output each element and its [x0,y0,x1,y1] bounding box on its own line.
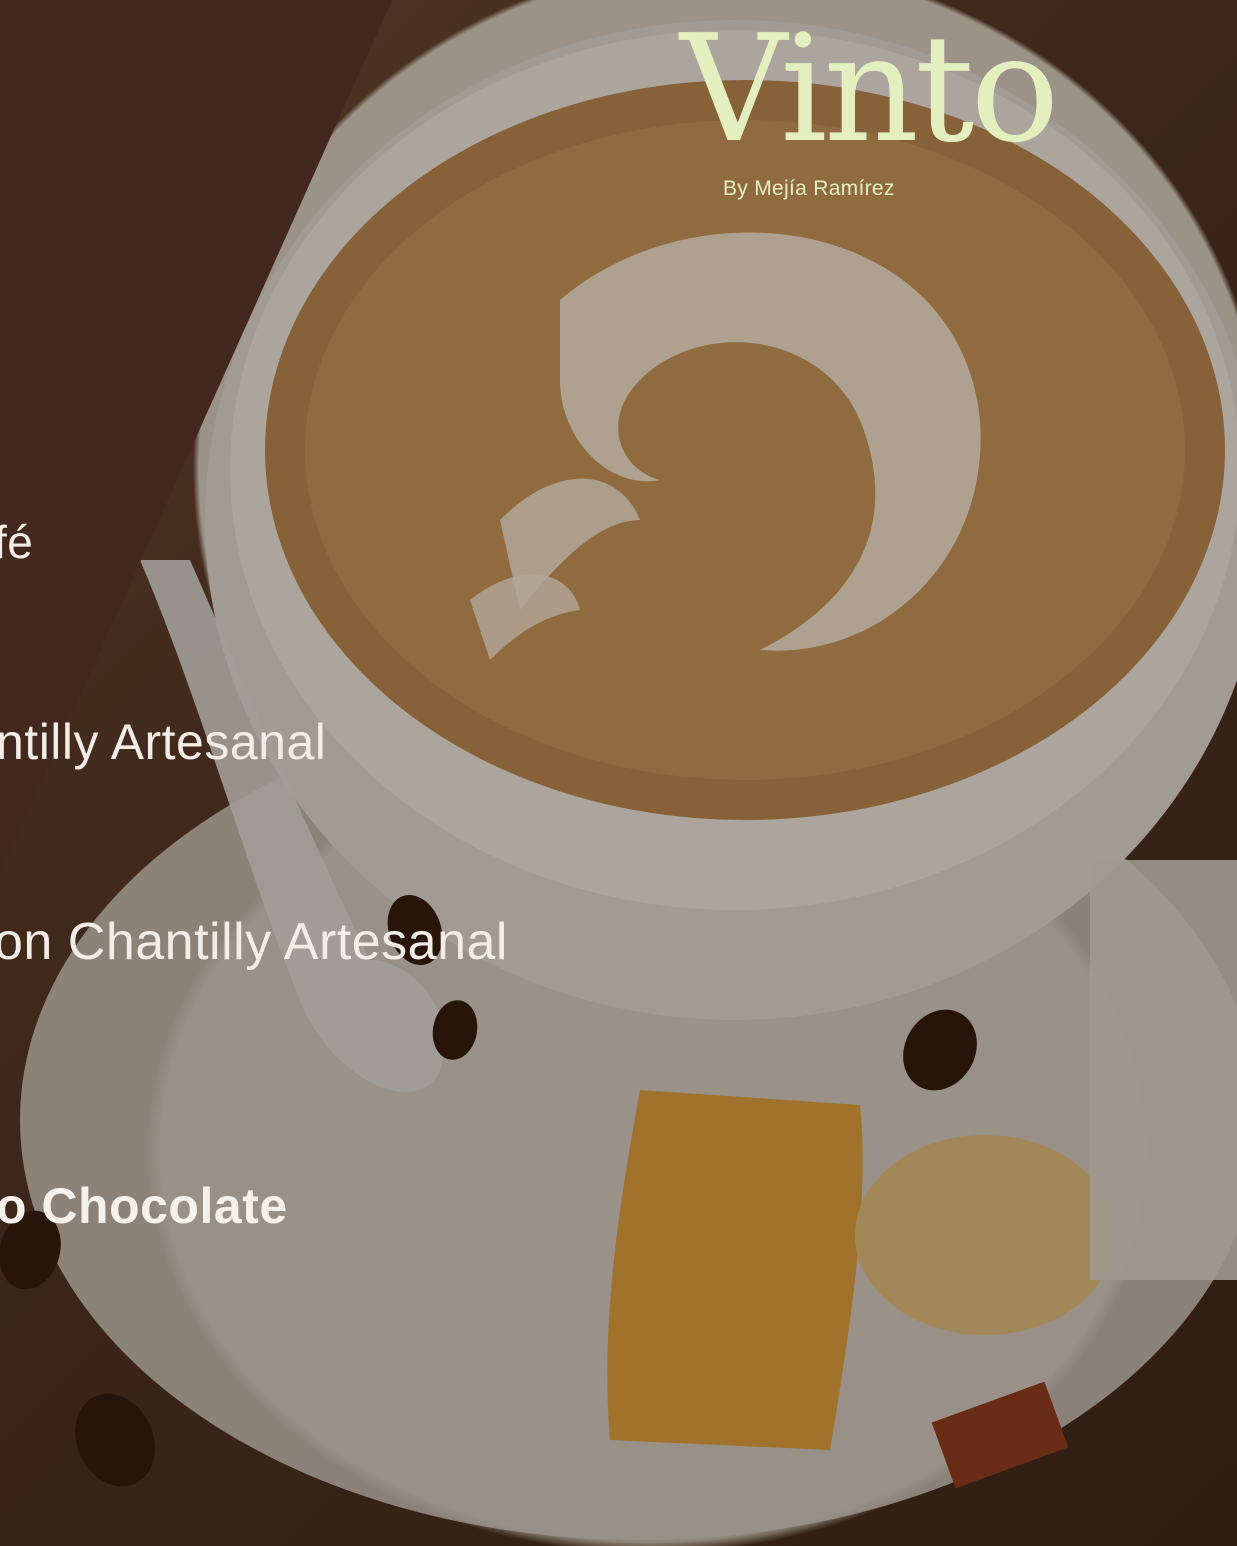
menu-item-1[interactable]: fé [0,515,33,569]
brand-byline: By Mejía Ramírez [723,177,895,200]
brand-name: Vinto [680,3,1060,175]
menu-item-2[interactable]: ntilly Artesanal [0,713,326,771]
menu-screen: Vinto By Mejía Ramírez fé ntilly Artesan… [0,0,1237,1546]
menu-item-4-selected[interactable]: o Chocolate [0,1177,288,1235]
menu-item-3[interactable]: on Chantilly Artesanal [0,912,508,972]
brand-logo: Vinto By Mejía Ramírez [620,5,1060,210]
